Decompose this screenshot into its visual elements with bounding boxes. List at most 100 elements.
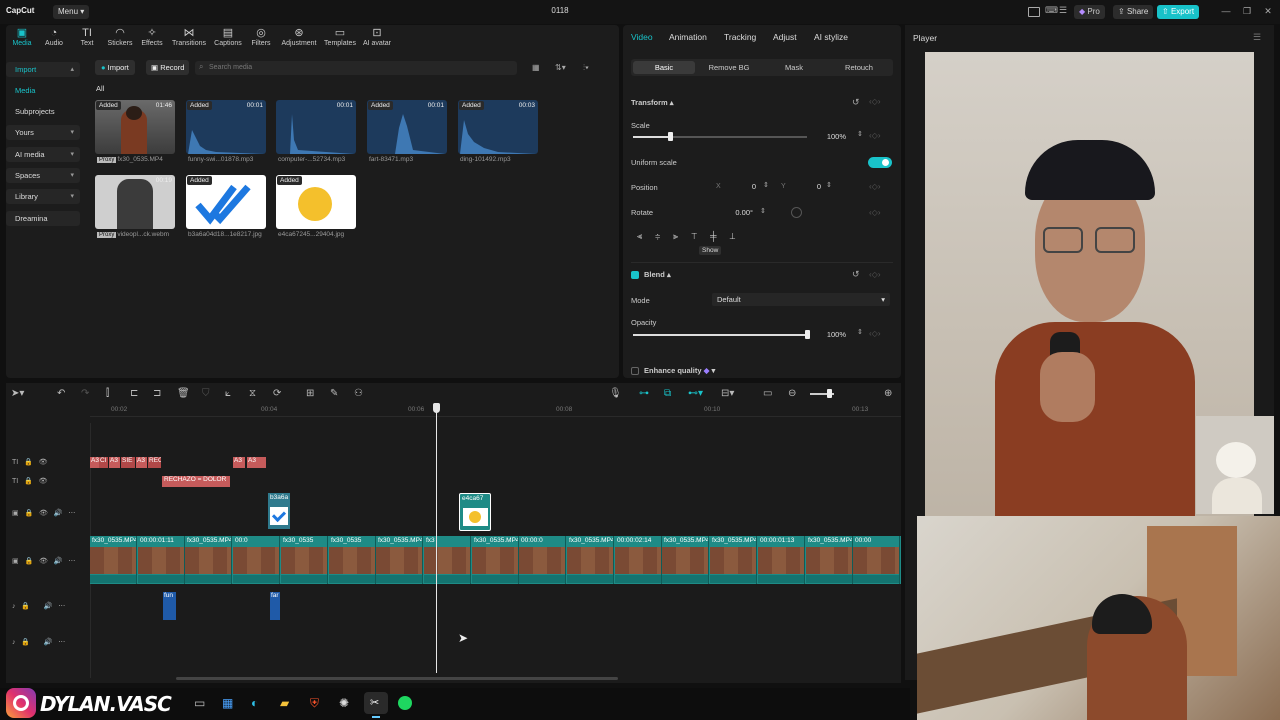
- transform-header[interactable]: Transform ▴: [631, 98, 674, 107]
- playhead-handle[interactable]: [433, 403, 440, 413]
- record-button[interactable]: ▣ Record: [146, 60, 190, 75]
- opacity-slider-handle[interactable]: [805, 330, 810, 339]
- main-clip[interactable]: 00:00:01:11: [138, 536, 185, 584]
- pro-button[interactable]: ◆ Pro: [1074, 5, 1105, 19]
- rotate-input[interactable]: 0.00°: [721, 206, 757, 219]
- media-item-audio[interactable]: Added 00:01: [186, 100, 266, 154]
- stepper-icon[interactable]: ⇕: [826, 181, 832, 189]
- keyframe-icon[interactable]: ‹◇›: [869, 182, 880, 191]
- zoom-slider-handle[interactable]: [827, 389, 832, 398]
- rotate-icon[interactable]: ⟳: [273, 388, 281, 399]
- scale-value[interactable]: 100%: [814, 130, 850, 143]
- person-icon[interactable]: ⚇: [354, 388, 363, 399]
- sidebar-item-media[interactable]: Media: [6, 83, 80, 98]
- sidebar-item-dreamina[interactable]: Dreamina: [6, 211, 80, 226]
- audio-clip[interactable]: fun: [163, 592, 176, 620]
- sort-icon[interactable]: ⇅▾: [555, 63, 566, 72]
- media-item-image[interactable]: Added: [186, 175, 266, 229]
- tab-animation[interactable]: Animation: [669, 32, 707, 42]
- reset-icon[interactable]: ↺: [852, 97, 860, 108]
- main-clip[interactable]: fx30_0535.MP4: [662, 536, 709, 584]
- sidebar-item-subprojects[interactable]: Subprojects: [6, 104, 80, 119]
- keyframe-icon[interactable]: ‹◇›: [869, 329, 880, 338]
- mic-icon[interactable]: 🎙: [609, 388, 622, 399]
- align-center-icon[interactable]: ≑: [655, 231, 673, 241]
- split-right-icon[interactable]: ⊐: [153, 388, 161, 399]
- text-clip[interactable]: SIE: [121, 457, 135, 468]
- undo-icon[interactable]: ↶: [57, 388, 65, 399]
- align-bottom-icon[interactable]: ⊥: [729, 231, 748, 241]
- reset-icon[interactable]: ↺: [852, 269, 860, 280]
- text-clip[interactable]: A3: [247, 457, 266, 468]
- tool-adjustment[interactable]: ⊛ Adjustment: [278, 27, 320, 47]
- tool-transitions[interactable]: ⋈ Transitions: [168, 27, 210, 47]
- blend-checkbox[interactable]: [631, 271, 639, 279]
- text-clip[interactable]: A3: [136, 457, 147, 468]
- sidebar-item-import[interactable]: Import ▴: [6, 62, 80, 77]
- zoom-in-icon[interactable]: ⊕: [884, 388, 892, 399]
- main-video-track[interactable]: fx30_0535.MP4 00:00:01:11 fx30_0535.MP4 00:…: [90, 536, 901, 584]
- close-icon[interactable]: ✕: [1262, 6, 1274, 18]
- edge-icon[interactable]: ◐: [251, 696, 258, 710]
- tool-effects[interactable]: ✧ Effects: [131, 27, 173, 47]
- preview-axis-icon[interactable]: ⊟▾: [721, 388, 734, 399]
- stepper-icon[interactable]: ⇕: [760, 207, 766, 215]
- subtab-remove-bg[interactable]: Remove BG: [698, 63, 760, 72]
- tool-ai-avatar[interactable]: ⊡ AI avatar: [356, 27, 398, 47]
- list-menu-icon[interactable]: ☰: [1059, 5, 1067, 16]
- mirror-icon[interactable]: ⧖: [249, 388, 256, 399]
- align-middle-icon[interactable]: ╪: [710, 231, 729, 241]
- playhead[interactable]: [436, 409, 437, 673]
- text-clip[interactable]: Cl: [99, 457, 108, 468]
- lock-icon[interactable]: 🔒: [24, 478, 33, 485]
- task-view-icon[interactable]: ▭: [194, 696, 205, 710]
- volume-icon[interactable]: 🔊: [54, 558, 63, 565]
- uniform-scale-toggle[interactable]: [868, 157, 892, 168]
- rotate-dial-icon[interactable]: [791, 207, 802, 218]
- media-item-audio[interactable]: 00:01: [276, 100, 356, 154]
- media-item-video[interactable]: Added 01:46: [95, 100, 175, 154]
- main-clip[interactable]: 00:00: [853, 536, 900, 584]
- import-button[interactable]: ● Import: [95, 60, 135, 75]
- sidebar-item-ai-media[interactable]: AI media ▾: [6, 147, 80, 162]
- media-item-video[interactable]: 00:19: [95, 175, 175, 229]
- main-clip[interactable]: fx3: [424, 536, 471, 584]
- keyframe-icon[interactable]: ‹◇›: [869, 208, 880, 217]
- blend-header[interactable]: Blend ▴: [644, 270, 671, 279]
- main-clip[interactable]: 00:00:02:14: [615, 536, 662, 584]
- media-item-audio[interactable]: Added 00:03: [458, 100, 538, 154]
- text-clip[interactable]: A3: [109, 457, 120, 468]
- shield-icon[interactable]: ⛉: [202, 388, 210, 399]
- main-clip[interactable]: fx30_0535.MP4: [185, 536, 232, 584]
- timeline-scrollbar[interactable]: [176, 677, 618, 680]
- subtab-basic[interactable]: Basic: [633, 63, 695, 72]
- brave-icon[interactable]: ⛨: [310, 696, 319, 711]
- delete-icon[interactable]: 🗑: [177, 388, 190, 399]
- split-icon[interactable]: ⫿: [106, 388, 109, 399]
- minimize-icon[interactable]: —: [1220, 6, 1232, 18]
- maximize-icon[interactable]: ❐: [1241, 6, 1253, 18]
- main-clip[interactable]: 00:00:01:13: [758, 536, 805, 584]
- overlay-clip[interactable]: b3a6a: [268, 493, 290, 529]
- search-input[interactable]: Search media: [195, 61, 517, 75]
- zoom-out-icon[interactable]: ⊖: [788, 388, 796, 399]
- menu-button[interactable]: Menu ▾: [53, 5, 90, 19]
- capcut-taskbar-button[interactable]: ✂: [364, 692, 388, 714]
- tool-templates[interactable]: ▭ Templates: [319, 27, 361, 47]
- filter-icon[interactable]: ⫶▾: [583, 63, 589, 73]
- main-clip[interactable]: fx30_0535.MP4: [90, 536, 137, 584]
- sidebar-item-spaces[interactable]: Spaces ▾: [6, 168, 80, 183]
- keyframe-icon[interactable]: ‹◇›: [869, 131, 880, 140]
- enhance-checkbox[interactable]: [631, 367, 639, 375]
- lock-icon[interactable]: 🔒: [24, 459, 33, 466]
- main-clip[interactable]: fx30_0535.MP4: [567, 536, 614, 584]
- export-button[interactable]: ⇧ Export: [1157, 5, 1200, 19]
- grid-view-icon[interactable]: ▦: [532, 63, 540, 72]
- share-button[interactable]: ⇪ Share: [1113, 5, 1154, 19]
- text-clip[interactable]: A3: [90, 457, 99, 468]
- main-clip[interactable]: 00:00:0: [519, 536, 566, 584]
- main-clip[interactable]: fx30_0535.MP4: [472, 536, 519, 584]
- time-ruler[interactable]: 00:02 00:04 00:06 00:08 00:10 00:13: [90, 403, 901, 417]
- overlay-clip-selected[interactable]: e4ca67: [459, 493, 491, 531]
- stepper-icon[interactable]: ⇕: [857, 130, 863, 138]
